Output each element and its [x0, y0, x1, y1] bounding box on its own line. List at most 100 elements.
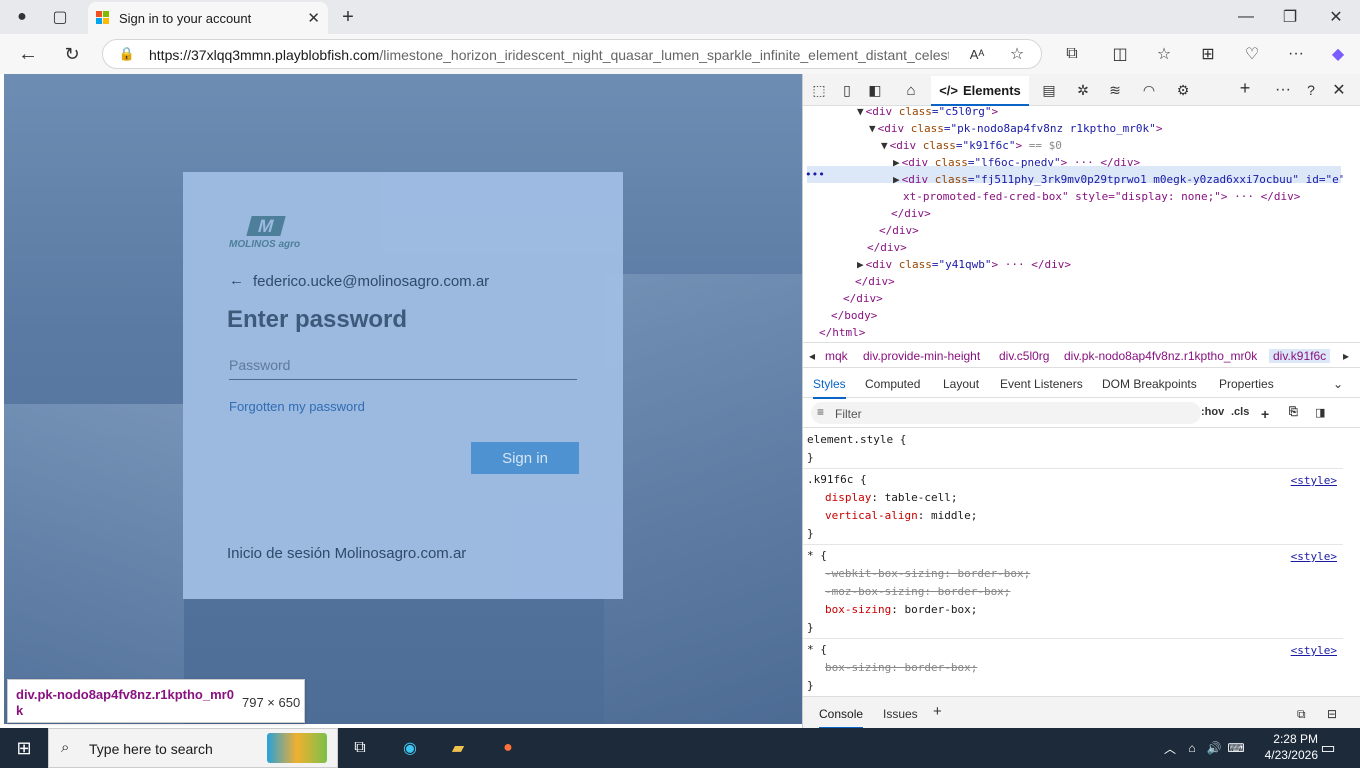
more-tools-icon[interactable]: +	[1231, 74, 1259, 102]
new-rule-icon[interactable]: +	[1261, 406, 1269, 422]
crumb-item-current[interactable]: div.k91f6c	[1269, 349, 1331, 363]
dom-node-line[interactable]: </div>	[881, 205, 931, 222]
css-declaration[interactable]: box-sizing: border-box;	[825, 660, 977, 676]
split-screen-icon[interactable]: ◫	[1106, 40, 1134, 68]
favorites-icon[interactable]: ☆	[1150, 40, 1178, 68]
browser-tab[interactable]: Sign in to your account ✕	[88, 2, 328, 34]
copilot-icon[interactable]: ◆	[1324, 40, 1352, 68]
tab-styles[interactable]: Styles	[813, 377, 846, 399]
forgot-password-link[interactable]: Forgotten my password	[229, 399, 365, 414]
dom-node-line[interactable]: ▼ <div class="c5l0rg">	[857, 106, 998, 120]
tab-layout[interactable]: Layout	[943, 377, 979, 391]
minimize-icon[interactable]: —	[1232, 3, 1260, 31]
more-options-icon[interactable]: ···	[1269, 76, 1297, 104]
network-icon[interactable]: ≋	[1101, 76, 1129, 104]
console-icon[interactable]: ▤	[1035, 76, 1063, 104]
css-rule-selector[interactable]: }	[807, 620, 814, 636]
css-declaration[interactable]: -moz-box-sizing: border-box;	[825, 584, 1010, 600]
dom-node-line[interactable]: xt-promoted-fed-cred-box" style="display…	[893, 188, 1300, 205]
back-icon[interactable]: ←	[14, 40, 42, 68]
collections-icon[interactable]: ⊞	[1194, 40, 1222, 68]
css-source-link[interactable]: <style>	[1291, 474, 1337, 487]
ime-icon[interactable]: ⌨	[1214, 728, 1258, 768]
tab-event-listeners[interactable]: Event Listeners	[1000, 377, 1083, 391]
close-drawer-icon[interactable]: ⊟	[1327, 707, 1337, 721]
read-aloud-icon[interactable]: Aᴬ	[963, 40, 991, 68]
profile-icon[interactable]: ●	[8, 3, 36, 31]
site-info-icon[interactable]: 🔒	[113, 40, 141, 68]
undock-drawer-icon[interactable]: ⧉	[1297, 707, 1306, 722]
css-declaration[interactable]: -webkit-box-sizing: border-box;	[825, 566, 1030, 582]
tab-actions-icon[interactable]: ▢	[46, 3, 74, 31]
css-rule-selector[interactable]: }	[807, 526, 814, 542]
chevron-down-icon[interactable]: ⌄	[1333, 377, 1343, 391]
dom-node-line[interactable]: </div>	[833, 290, 883, 307]
dom-node-line[interactable]: </div>	[857, 239, 907, 256]
firefox-icon[interactable]: ●	[486, 728, 530, 768]
refresh-icon[interactable]: ↻	[58, 40, 86, 68]
close-devtools-icon[interactable]: ✕	[1325, 76, 1353, 104]
tab-elements[interactable]: </> Elements	[931, 76, 1029, 106]
password-input[interactable]	[229, 350, 577, 380]
address-bar[interactable]: 🔒 https://37xlqq3mmn.playblobfish.com/li…	[102, 39, 1042, 69]
add-drawer-tab-icon[interactable]: +	[933, 703, 942, 720]
favorite-star-icon[interactable]: ☆	[1003, 40, 1031, 68]
crumb-item[interactable]: mqk	[825, 349, 848, 363]
performance-icon[interactable]: ◠	[1135, 76, 1163, 104]
new-tab-icon[interactable]: +	[334, 3, 362, 31]
home-icon[interactable]: ⌂	[897, 76, 925, 104]
maximize-icon[interactable]: ❐	[1276, 3, 1304, 31]
tab-issues[interactable]: Issues	[883, 707, 918, 721]
css-rule-selector[interactable]: .k91f6c {	[807, 472, 867, 488]
tab-dom-breakpoints[interactable]: DOM Breakpoints	[1102, 377, 1197, 391]
computed-sidebar-icon[interactable]: ◨	[1315, 406, 1325, 419]
dom-node-line[interactable]: ▶ <div class="y41qwb"> ··· </div>	[857, 256, 1071, 273]
dock-icon[interactable]: ◧	[861, 76, 889, 104]
element-state-icon[interactable]: ⎘	[1289, 406, 1298, 419]
dom-node-line[interactable]: </body>	[821, 307, 877, 324]
browser-essentials-icon[interactable]: ♡	[1238, 40, 1266, 68]
help-icon[interactable]: ?	[1297, 76, 1325, 104]
dom-node-line[interactable]: </div>	[869, 222, 919, 239]
dom-node-line[interactable]: ▼ <div class="pk-nodo8ap4fv8nz r1kptho_mr…	[869, 120, 1162, 137]
settings-more-icon[interactable]: ···	[1282, 40, 1310, 68]
notifications-icon[interactable]: ▭	[1306, 728, 1350, 768]
css-rule-selector[interactable]: element.style {	[807, 432, 906, 448]
device-emulation-icon[interactable]: ▯	[833, 76, 861, 104]
filter-input[interactable]	[811, 402, 1201, 424]
start-windows-icon[interactable]: ⊞	[2, 728, 46, 768]
crumb-right-icon[interactable]: ▸	[1343, 349, 1349, 363]
file-explorer-icon[interactable]: ▰	[436, 728, 480, 768]
css-rule-selector[interactable]: * {	[807, 548, 827, 564]
css-rule-selector[interactable]: }	[807, 450, 814, 466]
tab-computed[interactable]: Computed	[865, 377, 920, 391]
css-declaration[interactable]: display: table-cell;	[825, 490, 957, 506]
dom-node-line[interactable]: ▶ <div class="fj511phy_3rk9mv0p29tprwo1 m…	[893, 171, 1343, 188]
tab-console[interactable]: Console	[819, 707, 864, 729]
bug-icon[interactable]: ✲	[1069, 76, 1097, 104]
sign-in-button[interactable]: Sign in	[471, 442, 579, 474]
css-declaration[interactable]: box-sizing: border-box;	[825, 602, 977, 618]
crumb-item[interactable]: div.provide-min-height	[863, 349, 980, 363]
taskbar-search[interactable]: ⌕ Type here to search	[48, 728, 338, 768]
css-rule-selector[interactable]: }	[807, 678, 814, 692]
dom-node-line[interactable]: ▶ <div class="lf6oc-pnedv"> ··· </div>	[893, 154, 1140, 171]
css-declaration[interactable]: vertical-align: middle;	[825, 508, 977, 524]
crumb-item[interactable]: div.c5l0rg	[999, 349, 1049, 363]
hov-toggle[interactable]: :hov	[1201, 406, 1224, 418]
close-window-icon[interactable]: ✕	[1322, 3, 1350, 31]
crumb-item[interactable]: div.pk-nodo8ap4fv8nz.r1kptho_mr0k	[1064, 349, 1257, 363]
dom-node-line[interactable]: </html>	[809, 324, 865, 341]
task-view-icon[interactable]: ⧉	[338, 728, 382, 768]
cls-toggle[interactable]: .cls	[1231, 406, 1249, 418]
memory-icon[interactable]: ⚙	[1169, 76, 1197, 104]
css-source-link[interactable]: <style>	[1291, 550, 1337, 563]
dom-node-line[interactable]: ▼ <div class="k91f6c"> == $0	[881, 137, 1062, 154]
edge-icon[interactable]: ◉	[388, 728, 432, 768]
css-rule-selector[interactable]: * {	[807, 642, 827, 658]
extensions-icon[interactable]: ⧉	[1058, 40, 1086, 68]
close-tab-icon[interactable]: ✕	[307, 9, 320, 27]
back-arrow-icon[interactable]: ←	[229, 272, 244, 289]
css-source-link[interactable]: <style>	[1291, 644, 1337, 657]
dom-node-line[interactable]: </div>	[845, 273, 895, 290]
